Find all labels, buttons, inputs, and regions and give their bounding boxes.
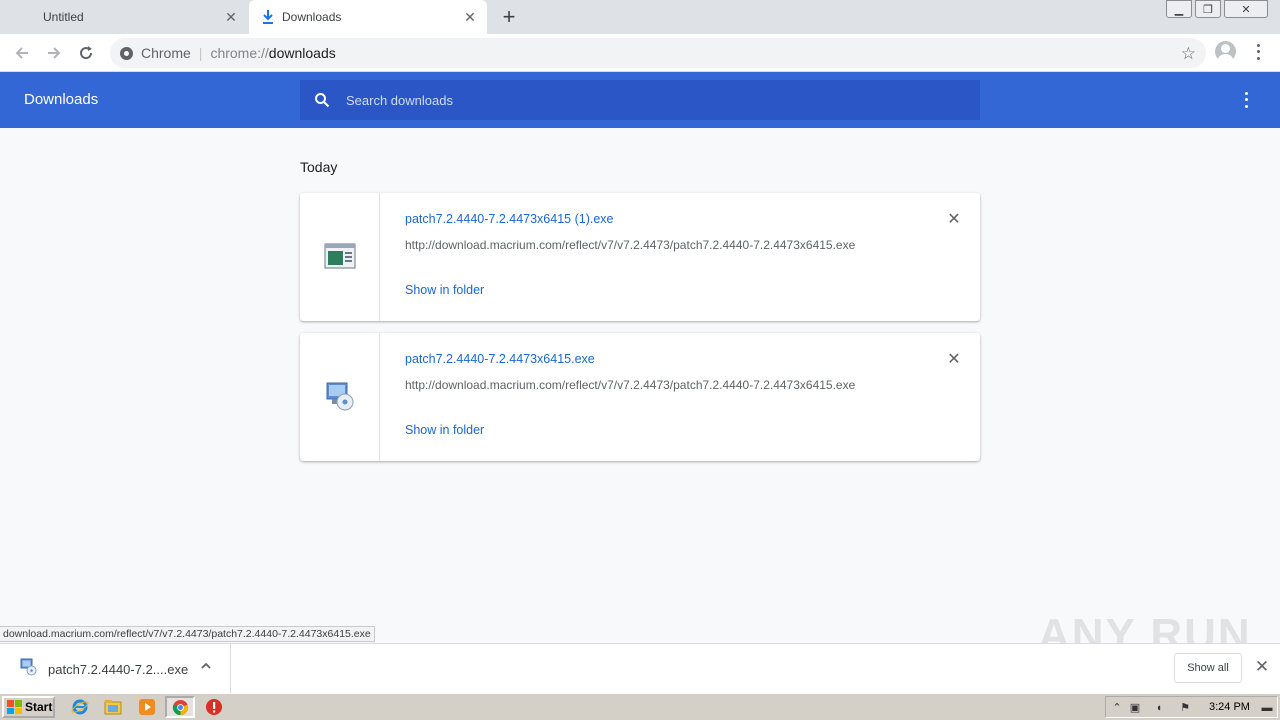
browser-toolbar: Chrome | chrome://downloads ☆ [0,34,1280,72]
window-app-icon [324,243,356,272]
restore-icon[interactable]: ❐ [1195,0,1221,18]
reload-icon[interactable] [73,40,99,66]
omnibox-path: downloads [268,45,336,61]
file-icon-column [300,193,380,321]
system-tray: ⌃ ▣ ◖ ⚑ 3:24 PM ▬ [1105,696,1278,718]
omnibox-scheme: chrome:// [210,45,269,61]
show-in-folder-link[interactable]: Show in folder [405,423,484,437]
tab-label: Downloads [282,10,342,24]
download-item: patch7.2.4440-7.2.4473x6415 (1).exe http… [300,193,980,321]
file-source-url[interactable]: http://download.macrium.com/reflect/v7/v… [405,238,855,252]
omnibox-separator: | [198,45,203,61]
shelf-download-item[interactable]: patch7.2.4440-7.2....exe [0,644,231,694]
close-window-icon[interactable]: ✕ [1224,0,1268,18]
address-bar[interactable]: Chrome | chrome://downloads ☆ [110,38,1206,68]
file-icon-column [300,333,380,461]
downloads-menu-icon[interactable] [1238,90,1254,110]
installer-disc-icon [324,380,356,415]
tab-strip: Untitled ✕ Downloads ✕ + ▁ ❐ ✕ [0,0,1280,34]
tab-close-icon[interactable]: ✕ [224,10,238,24]
profile-avatar-icon[interactable] [1215,41,1236,62]
tab-close-icon[interactable]: ✕ [463,10,477,24]
tray-expand-icon[interactable]: ⌃ [1110,701,1124,715]
search-placeholder: Search downloads [346,92,453,108]
ie-icon[interactable] [71,698,89,716]
search-downloads-field[interactable]: Search downloads [300,80,980,120]
bookmark-star-icon[interactable]: ☆ [1181,44,1196,64]
new-tab-button[interactable]: + [498,4,520,29]
file-name-link[interactable]: patch7.2.4440-7.2.4473x6415 (1).exe [405,212,614,226]
search-icon [314,92,330,108]
tab-downloads[interactable]: Downloads ✕ [249,0,487,34]
shelf-file-name: patch7.2.4440-7.2....exe [48,662,189,677]
browser-menu-icon[interactable] [1250,42,1266,62]
clock[interactable]: 3:24 PM [1209,701,1250,713]
download-item: patch7.2.4440-7.2.4473x6415.exe http://d… [300,333,980,461]
chrome-logo-icon [120,46,133,60]
remove-item-icon[interactable]: ✕ [946,211,962,228]
media-player-icon[interactable] [138,698,156,716]
link-status-bubble: download.macrium.com/reflect/v7/v7.2.447… [0,626,375,642]
show-in-folder-link[interactable]: Show in folder [405,283,484,297]
windows-logo-icon [7,700,22,714]
windows-taskbar: Start ⌃ ▣ ◖ ⚑ 3:24 PM ▬ [0,693,1280,720]
minimize-icon[interactable]: ▁ [1166,0,1192,18]
download-icon [261,9,275,25]
download-shelf: patch7.2.4440-7.2....exe Show all ✕ [0,643,1280,694]
file-source-url[interactable]: http://download.macrium.com/reflect/v7/v… [405,378,855,392]
show-all-button[interactable]: Show all [1174,653,1242,683]
start-button[interactable]: Start [2,696,55,718]
show-desktop-icon[interactable]: ▬ [1260,701,1274,715]
close-shelf-icon[interactable]: ✕ [1253,657,1271,676]
back-arrow-icon[interactable] [9,40,35,66]
volume-icon[interactable]: ◖ [1152,701,1166,715]
installer-disc-icon [20,658,37,676]
antivirus-stop-icon[interactable] [205,698,223,716]
start-label: Start [25,700,53,714]
forward-arrow-icon[interactable] [41,40,67,66]
tab-untitled[interactable]: Untitled ✕ [0,0,248,34]
tab-label: Untitled [43,10,84,24]
network-icon[interactable]: ▣ [1128,701,1142,715]
date-section-title: Today [300,159,338,175]
chevron-up-icon[interactable] [200,659,212,675]
page-title: Downloads [24,91,99,108]
file-name-link[interactable]: patch7.2.4440-7.2.4473x6415.exe [405,352,595,366]
chrome-icon [172,699,189,719]
action-center-flag-icon[interactable]: ⚑ [1178,701,1192,715]
remove-item-icon[interactable]: ✕ [946,351,962,368]
explorer-folder-icon[interactable] [104,698,122,716]
active-taskbar-button[interactable] [165,696,195,718]
window-controls: ▁ ❐ ✕ [1163,0,1268,18]
omnibox-chip: Chrome [141,45,191,61]
downloads-header: Downloads Search downloads [0,72,1280,128]
